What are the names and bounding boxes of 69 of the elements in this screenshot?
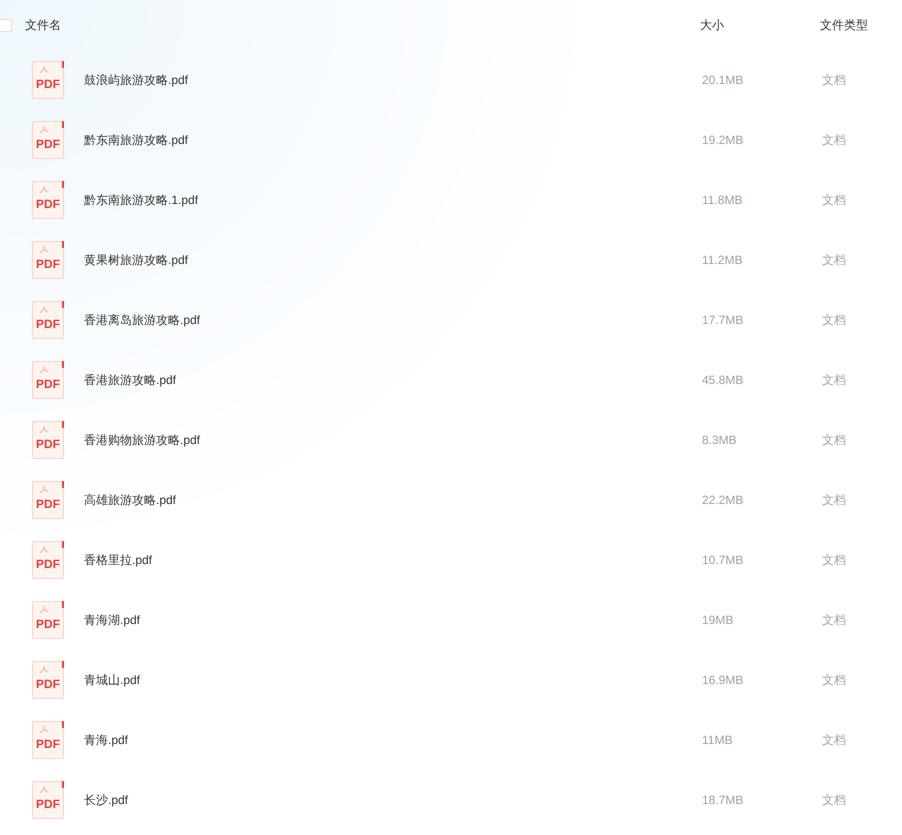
icon-label: PDF xyxy=(36,617,60,631)
acrobat-mark-icon xyxy=(38,485,50,495)
icon-label: PDF xyxy=(36,197,60,211)
column-header: 大小 xyxy=(700,17,725,34)
file-type: 文档 xyxy=(822,612,846,629)
icon-label: PDF xyxy=(36,557,60,571)
acrobat-mark-icon xyxy=(38,65,50,75)
acrobat-mark-icon xyxy=(38,305,50,315)
file-name[interactable]: 香格里拉.pdf xyxy=(84,551,702,569)
file-size: 19.2MB xyxy=(702,132,744,149)
icon-label: PDF xyxy=(36,377,60,391)
file-type: 文档 xyxy=(822,252,846,269)
acrobat-mark-icon xyxy=(38,185,50,195)
file-type: 文档 xyxy=(822,372,846,389)
acrobat-mark-icon xyxy=(38,605,50,615)
acrobat-mark-icon xyxy=(38,425,50,435)
file-size: 19MB xyxy=(702,612,734,629)
file-type: 文档 xyxy=(822,192,846,209)
file-size: 20.1MB xyxy=(702,72,744,89)
file-type: 文档 xyxy=(822,312,846,329)
file-name[interactable]: 黔东南旅游攻略.pdf xyxy=(84,131,702,149)
icon-label: PDF xyxy=(36,737,60,751)
icon-label: PDF xyxy=(36,437,60,451)
file-size: 10.7MB xyxy=(702,552,744,569)
icon-label: PDF xyxy=(36,677,60,691)
file-type: 文档 xyxy=(822,672,846,689)
file-name[interactable]: 长沙.pdf xyxy=(84,791,702,809)
file-type: 文档 xyxy=(822,732,846,749)
acrobat-mark-icon xyxy=(38,245,50,255)
icon-label: PDF xyxy=(36,137,60,151)
file-size: 11MB xyxy=(702,732,734,749)
file-size: 11.8MB xyxy=(702,192,744,209)
file-name[interactable]: 鼓浪屿旅游攻略.pdf xyxy=(84,71,702,89)
file-name[interactable]: 高雄旅游攻略.pdf xyxy=(84,491,702,509)
acrobat-mark-icon xyxy=(38,545,50,555)
file-name[interactable]: 香港购物旅游攻略.pdf xyxy=(84,431,702,449)
acrobat-mark-icon xyxy=(38,785,50,795)
file-type: 文档 xyxy=(822,552,846,569)
acrobat-mark-icon xyxy=(38,365,50,375)
acrobat-mark-icon xyxy=(38,725,50,735)
file-name[interactable]: 青海湖.pdf xyxy=(84,611,702,629)
file-name[interactable]: 香港离岛旅游攻略.pdf xyxy=(84,311,702,329)
file-type: 文档 xyxy=(822,432,846,449)
icon-label: PDF xyxy=(36,77,60,91)
file-name[interactable]: 黄果树旅游攻略.pdf xyxy=(84,251,702,269)
icon-label: PDF xyxy=(36,317,60,331)
column-header: 文件名 xyxy=(25,17,62,34)
file-size: 17.7MB xyxy=(702,312,744,329)
file-size: 22.2MB xyxy=(702,492,744,509)
file-type: 文档 xyxy=(822,492,846,509)
file-name[interactable]: 香港旅游攻略.pdf xyxy=(84,371,702,389)
acrobat-mark-icon xyxy=(38,125,50,135)
file-type: 文档 xyxy=(822,132,846,149)
file-size: 16.9MB xyxy=(702,672,744,689)
file-name[interactable]: 青城山.pdf xyxy=(84,671,702,689)
icon-label: PDF xyxy=(36,497,60,511)
file-size: 45.8MB xyxy=(702,372,744,389)
file-name[interactable]: 黔东南旅游攻略.1.pdf xyxy=(84,191,702,209)
icon-label: PDF xyxy=(36,797,60,811)
column-header: 文件类型 xyxy=(820,17,868,34)
icon-label: PDF xyxy=(36,257,60,271)
acrobat-mark-icon xyxy=(38,665,50,675)
file-size: 18.7MB xyxy=(702,792,744,809)
file-type: 文档 xyxy=(822,792,846,809)
file-size: 11.2MB xyxy=(702,252,744,269)
file-name[interactable]: 青海.pdf xyxy=(84,731,702,749)
select-all-checkbox[interactable] xyxy=(0,18,12,32)
file-size: 8.3MB xyxy=(702,432,738,449)
file-type: 文档 xyxy=(822,72,846,89)
